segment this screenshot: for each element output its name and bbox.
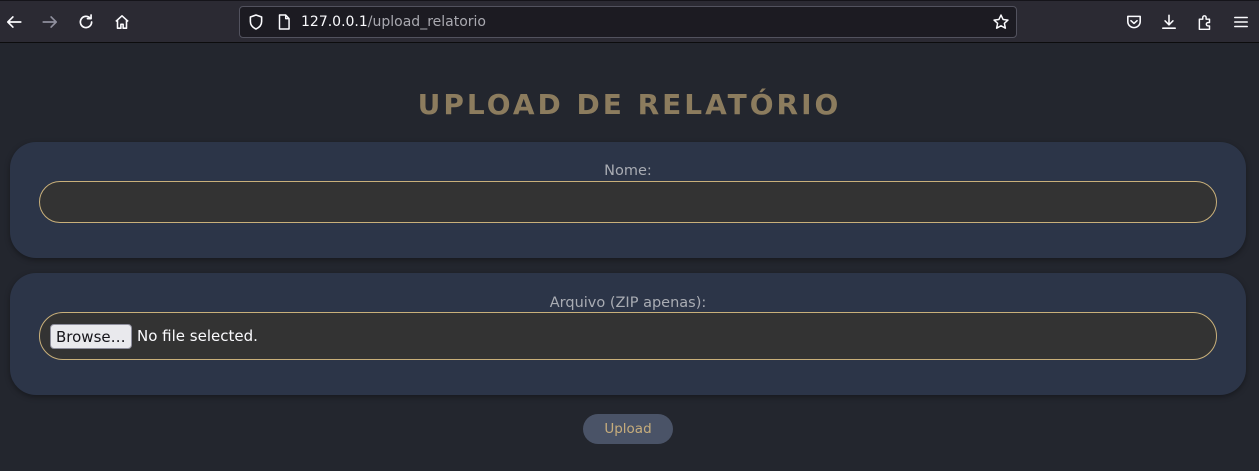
file-input[interactable]: Browse… No file selected. [39,312,1217,360]
browser-toolbar: 127.0.0.1/upload_relatorio [0,0,1259,43]
download-icon[interactable] [1159,12,1179,32]
page-info-icon[interactable] [274,12,294,32]
url-bar[interactable]: 127.0.0.1/upload_relatorio [239,6,1017,38]
forward-arrow-icon[interactable] [40,12,60,32]
arquivo-field-card: Arquivo (ZIP apenas): Browse… No file se… [10,273,1246,395]
extensions-icon[interactable] [1195,12,1215,32]
file-status-text: No file selected. [137,327,258,345]
nome-label: Nome: [604,163,652,179]
upload-button[interactable]: Upload [583,414,673,444]
url-path: /upload_relatorio [367,14,486,30]
back-arrow-icon[interactable] [4,12,24,32]
arquivo-label: Arquivo (ZIP apenas): [549,295,707,311]
nome-input[interactable] [39,181,1217,223]
tracking-protection-shield-icon[interactable] [246,12,266,32]
url-host: 127.0.0.1 [301,14,368,30]
pocket-icon[interactable] [1124,12,1144,32]
hamburger-menu-icon[interactable] [1231,12,1251,32]
reload-icon[interactable] [76,12,96,32]
nome-field-card: Nome: [10,142,1246,258]
home-icon[interactable] [112,12,132,32]
url-text[interactable]: 127.0.0.1/upload_relatorio [301,14,486,30]
page-content: UPLOAD DE RELATÓRIO Nome: Arquivo (ZIP a… [0,43,1259,471]
browse-button[interactable]: Browse… [50,324,132,349]
bookmark-star-icon[interactable] [991,12,1011,32]
page-title: UPLOAD DE RELATÓRIO [417,88,842,121]
